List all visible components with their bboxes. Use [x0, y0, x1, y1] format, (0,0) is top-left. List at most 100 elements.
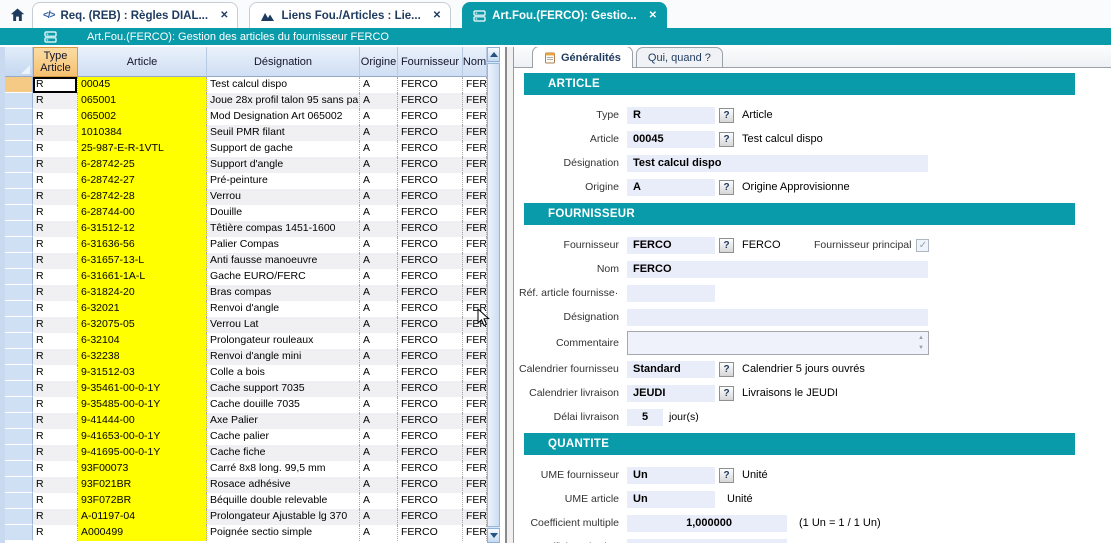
cell-designation[interactable]: Joue 28x profil talon 95 sans pa	[207, 93, 360, 109]
cell-designation[interactable]: Poignée sectio simple	[207, 525, 360, 541]
field-input[interactable]: 00045	[627, 131, 715, 148]
select-all-header-cell[interactable]	[5, 47, 33, 77]
cell-type[interactable]: R	[33, 93, 78, 109]
cell-type[interactable]: R	[33, 205, 78, 221]
cell-type[interactable]: R	[33, 477, 78, 493]
cell-type[interactable]: R	[33, 397, 78, 413]
cell-origine[interactable]: A	[360, 269, 398, 285]
cell-nom[interactable]: FERCO	[463, 77, 487, 93]
field-input[interactable]: 5	[627, 409, 663, 426]
field-input[interactable]: Standard	[627, 361, 715, 378]
cell-article[interactable]: 6-32104	[78, 333, 207, 349]
cell-nom[interactable]: FERCO	[463, 333, 487, 349]
cell-type[interactable]: R	[33, 429, 78, 445]
cell-designation[interactable]: Seuil PMR filant	[207, 125, 360, 141]
field-input[interactable]: R	[627, 107, 715, 124]
panel-splitter[interactable]	[500, 47, 514, 543]
cell-article[interactable]: 9-41444-00	[78, 413, 207, 429]
cell-nom[interactable]: FERCO	[463, 477, 487, 493]
cell-designation[interactable]: Prolongateur rouleaux	[207, 333, 360, 349]
cell-designation[interactable]: Pré-peinture	[207, 173, 360, 189]
cell-designation[interactable]: Cache fiche	[207, 445, 360, 461]
cell-designation[interactable]: Douille	[207, 205, 360, 221]
cell-nom[interactable]: FERCO	[463, 269, 487, 285]
cell-origine[interactable]: A	[360, 221, 398, 237]
table-row[interactable]: R9-41695-00-0-1YCache ficheAFERCOFERCO	[5, 445, 487, 461]
lookup-help-button[interactable]: ?	[719, 468, 734, 483]
table-row[interactable]: R6-31636-56Palier CompasAFERCOFERCO	[5, 237, 487, 253]
table-row[interactable]: R93F021BRRosace adhésiveAFERCOFERCO	[5, 477, 487, 493]
cell-type[interactable]: R	[33, 445, 78, 461]
cell-article[interactable]: 93F072BR	[78, 493, 207, 509]
cell-fournisseur[interactable]: FERCO	[398, 477, 463, 493]
cell-nom[interactable]: FERCO	[463, 381, 487, 397]
checkbox[interactable]: ✓	[916, 239, 929, 252]
cell-article[interactable]: 6-32075-05	[78, 317, 207, 333]
table-row[interactable]: R6-31512-12Têtière compas 1451-1600AFERC…	[5, 221, 487, 237]
field-input[interactable]	[627, 285, 715, 302]
cell-designation[interactable]: Cache douille 7035	[207, 397, 360, 413]
scroll-down-button[interactable]	[487, 528, 500, 543]
cell-nom[interactable]: FERCO	[463, 285, 487, 301]
cell-fournisseur[interactable]: FERCO	[398, 141, 463, 157]
close-icon[interactable]: ✕	[433, 10, 441, 21]
cell-origine[interactable]: A	[360, 477, 398, 493]
cell-nom[interactable]: FERCO	[463, 125, 487, 141]
scroll-up-button[interactable]	[487, 47, 500, 62]
cell-designation[interactable]: Rosace adhésive	[207, 477, 360, 493]
cell-designation[interactable]: Bras compas	[207, 285, 360, 301]
cell-article[interactable]: 6-31636-56	[78, 237, 207, 253]
table-row[interactable]: R9-41653-00-0-1YCache palierAFERCOFERCO	[5, 429, 487, 445]
column-header-designation[interactable]: Désignation	[207, 47, 360, 77]
column-header-fournisseur[interactable]: Fournisseur	[398, 47, 463, 77]
table-row[interactable]: R6-31824-20Bras compasAFERCOFERCO	[5, 285, 487, 301]
table-row[interactable]: R93F072BRBéquille double relevableAFERCO…	[5, 493, 487, 509]
table-row[interactable]: R25-987-E-R-1VTLSupport de gacheAFERCOFE…	[5, 141, 487, 157]
cell-article[interactable]: 065001	[78, 93, 207, 109]
cell-article[interactable]: 6-31512-12	[78, 221, 207, 237]
tab-generalites[interactable]: Généralités	[532, 47, 633, 68]
field-input[interactable]: Un	[627, 491, 715, 508]
cell-origine[interactable]: A	[360, 285, 398, 301]
column-header-article[interactable]: Article	[78, 47, 207, 77]
table-row[interactable]: R9-35461-00-0-1YCache support 7035AFERCO…	[5, 381, 487, 397]
cell-origine[interactable]: A	[360, 349, 398, 365]
cell-fournisseur[interactable]: FERCO	[398, 173, 463, 189]
cell-article[interactable]: 6-28744-00	[78, 205, 207, 221]
cell-type[interactable]: R	[33, 109, 78, 125]
cell-type[interactable]: R	[33, 509, 78, 525]
table-row[interactable]: R065002Mod Designation Art 065002AFERCOF…	[5, 109, 487, 125]
column-header-type[interactable]: Type Article	[33, 47, 78, 77]
cell-designation[interactable]: Prolongateur Ajustable lg 370	[207, 509, 360, 525]
field-input[interactable]: JEUDI	[627, 385, 715, 402]
tab-regles-dial[interactable]: </> Req. (REB) : Règles DIAL... ✕	[32, 2, 238, 28]
cell-type[interactable]: R	[33, 221, 78, 237]
cell-origine[interactable]: A	[360, 397, 398, 413]
cell-type[interactable]: R	[33, 493, 78, 509]
cell-origine[interactable]: A	[360, 493, 398, 509]
cell-fournisseur[interactable]: FERCO	[398, 237, 463, 253]
cell-origine[interactable]: A	[360, 461, 398, 477]
cell-origine[interactable]: A	[360, 317, 398, 333]
cell-nom[interactable]: FERCO	[463, 93, 487, 109]
cell-designation[interactable]: Mod Designation Art 065002	[207, 109, 360, 125]
cell-type[interactable]: R	[33, 189, 78, 205]
cell-designation[interactable]: Béquille double relevable	[207, 493, 360, 509]
cell-type[interactable]: R	[33, 237, 78, 253]
cell-nom[interactable]: FERCO	[463, 413, 487, 429]
row-selector-cell[interactable]	[5, 365, 33, 381]
row-selector-cell[interactable]	[5, 173, 33, 189]
close-icon[interactable]: ✕	[649, 10, 657, 21]
cell-article[interactable]: 9-41695-00-0-1Y	[78, 445, 207, 461]
row-selector-cell[interactable]	[5, 157, 33, 173]
table-row[interactable]: R6-28742-27Pré-peintureAFERCOFERCO	[5, 173, 487, 189]
row-selector-cell[interactable]	[5, 525, 33, 541]
cell-article[interactable]: 25-987-E-R-1VTL	[78, 141, 207, 157]
cell-designation[interactable]: Têtière compas 1451-1600	[207, 221, 360, 237]
cell-fournisseur[interactable]: FERCO	[398, 317, 463, 333]
row-selector-cell[interactable]	[5, 205, 33, 221]
cell-designation[interactable]: Anti fausse manoeuvre	[207, 253, 360, 269]
cell-nom[interactable]: FERCO	[463, 509, 487, 525]
cell-nom[interactable]: FERCO	[463, 141, 487, 157]
row-selector-cell[interactable]	[5, 253, 33, 269]
